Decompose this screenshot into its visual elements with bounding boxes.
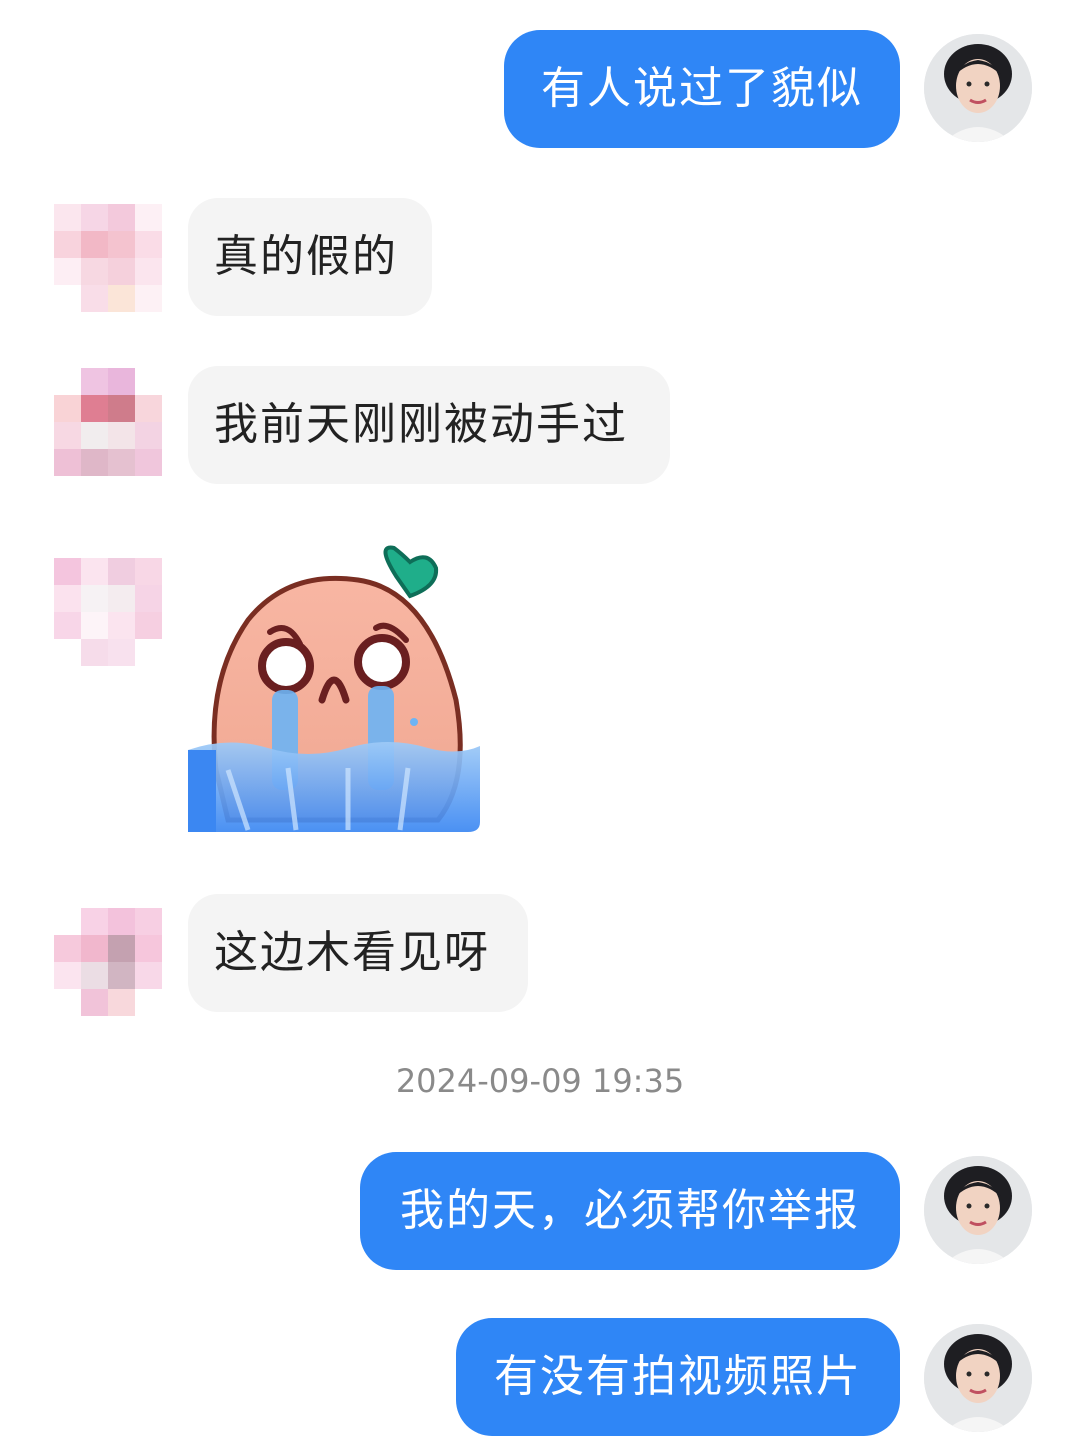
chat-area[interactable]: 有人说过了貌似 真的假的 我前天刚刚被动手过 这边木看见呀 2024-09-09… (0, 0, 1080, 1440)
crying-peach-icon (188, 545, 480, 832)
avatar[interactable] (54, 558, 162, 666)
avatar[interactable] (54, 368, 162, 476)
outgoing-message[interactable]: 有没有拍视频照片 (456, 1318, 900, 1436)
message-timestamp: 2024-09-09 19:35 (395, 1062, 685, 1100)
incoming-message[interactable]: 我前天刚刚被动手过 (188, 366, 670, 484)
crying-peach-sticker[interactable] (188, 540, 488, 840)
incoming-message[interactable]: 真的假的 (188, 198, 432, 316)
incoming-message[interactable]: 这边木看见呀 (188, 894, 528, 1012)
avatar[interactable] (924, 1324, 1032, 1432)
outgoing-message[interactable]: 我的天，必须帮你举报 (360, 1152, 900, 1270)
avatar[interactable] (54, 908, 162, 1016)
avatar[interactable] (924, 34, 1032, 142)
avatar[interactable] (924, 1156, 1032, 1264)
outgoing-message[interactable]: 有人说过了貌似 (504, 30, 900, 148)
avatar[interactable] (54, 204, 162, 312)
